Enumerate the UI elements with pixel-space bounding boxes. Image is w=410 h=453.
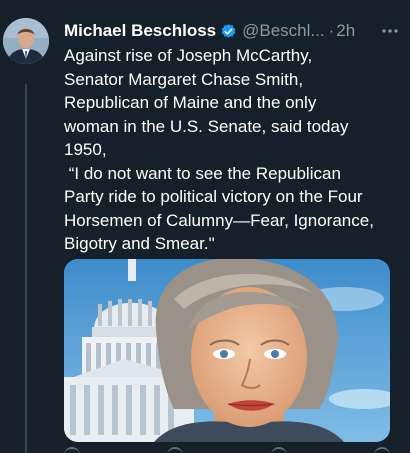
tweet-text-line: Against rise of Joseph McCarthy, — [64, 46, 313, 65]
separator-dot: · — [328, 21, 335, 40]
tweet-text-line: Horsemen of Calumny—Fear, Ignorance, — [64, 210, 374, 230]
author-name[interactable]: Michael Beschloss — [64, 21, 216, 41]
tweet-actions-bar — [64, 447, 390, 453]
tweet-text-line: Republican of Maine and the only — [64, 93, 317, 112]
tweet-text-line: woman in the U.S. Senate, said today — [64, 116, 349, 136]
tweet-text: Against rise of Joseph McCarthy, Senator… — [64, 44, 400, 256]
more-horizontal-icon[interactable] — [382, 18, 398, 44]
tweet-header: Michael Beschloss @Beschl... · 2h — [64, 18, 402, 44]
avatar-image — [3, 18, 49, 64]
verified-badge-icon — [220, 23, 237, 40]
thread-line — [25, 84, 27, 453]
tweet-text-line: Party ride to political victory on the F… — [64, 187, 363, 206]
tweet-media-image[interactable] — [64, 259, 390, 442]
tweet-text-line: Senator Margaret Chase Smith, — [64, 69, 304, 89]
timestamp[interactable]: 2h — [336, 21, 355, 41]
tweet-text-line: 1950, — [64, 140, 107, 159]
tweet-text-line: Bigotry and Smear." — [64, 234, 215, 253]
tweet[interactable]: Michael Beschloss @Beschl... · 2h Agains… — [0, 0, 410, 453]
share-icon[interactable] — [373, 447, 390, 453]
like-icon[interactable] — [270, 447, 287, 453]
avatar[interactable] — [3, 18, 49, 64]
reply-icon[interactable] — [64, 447, 80, 453]
portrait-illustration — [64, 259, 390, 442]
retweet-icon[interactable] — [167, 447, 184, 453]
author-handle[interactable]: @Beschl... — [242, 21, 324, 41]
tweet-text-line: “I do not want to see the Republican — [64, 163, 341, 183]
